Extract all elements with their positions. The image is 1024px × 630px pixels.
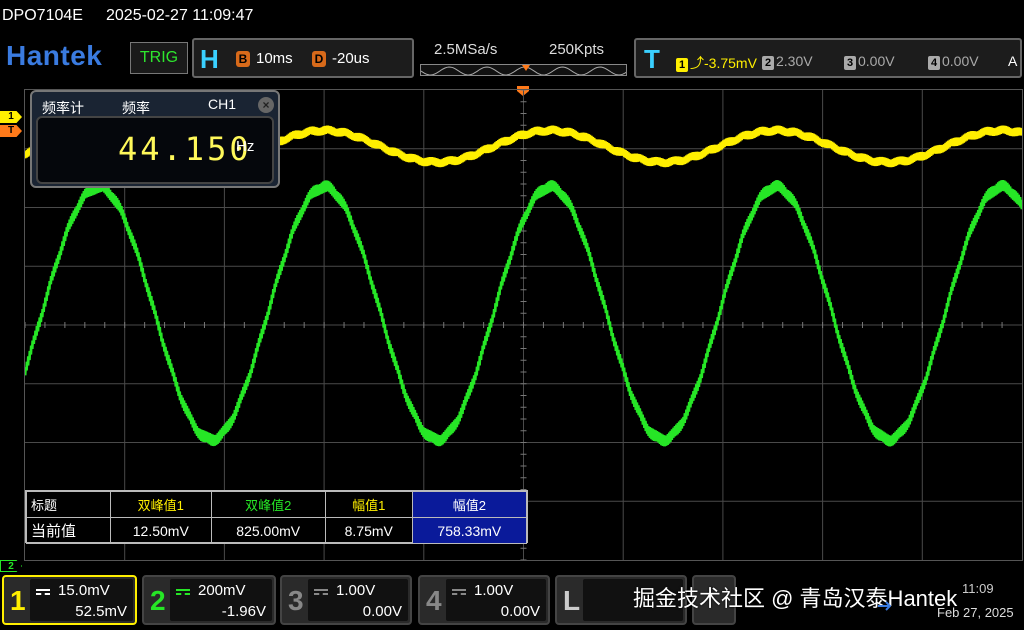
ch2-level-marker[interactable]: 2 — [0, 560, 22, 572]
ch3-settings[interactable]: 3 1.00V 0.00V — [280, 575, 412, 625]
delay-badge: D — [312, 51, 326, 67]
ch1-number-badge: 1 — [676, 58, 688, 72]
row-header-value: 当前值 — [26, 517, 111, 544]
dc-coupling-icon — [314, 589, 328, 595]
meas-value-4: 758.33mV — [411, 517, 528, 544]
trigger-settings[interactable]: T 1 ⤴-3.75mV 2 2.30V 3 0.00V 4 0.00V A — [634, 38, 1022, 78]
ch4-scale: 1.00V — [474, 582, 514, 599]
ch3-number-badge: 3 — [844, 56, 856, 70]
freq-value: 44.150 — [118, 130, 252, 168]
ch2-number: 2 — [150, 585, 166, 616]
timebase-badge: B — [236, 51, 250, 67]
trigger-label: T — [644, 44, 660, 74]
record-length: 250Kpts — [549, 41, 605, 58]
trigger-ch1-value: -3.75mV — [704, 55, 757, 71]
meas-name-3[interactable]: 幅值1 — [324, 491, 413, 518]
ch1-offset: 52.5mV — [75, 603, 127, 620]
sample-rate: 2.5MSa/s — [434, 41, 498, 58]
trigger-level-marker[interactable]: T — [0, 125, 22, 137]
ch4-settings[interactable]: 4 1.00V 0.00V — [418, 575, 550, 625]
horizontal-label: H — [200, 44, 219, 74]
ch3-offset: 0.00V — [362, 603, 402, 620]
trig-button[interactable]: TRIG — [130, 42, 188, 74]
freq-counter-title: 频率计 — [42, 100, 84, 116]
dc-coupling-icon — [452, 589, 466, 595]
rising-edge-icon: ⤴ — [690, 55, 704, 71]
close-icon[interactable]: × — [258, 97, 274, 113]
hantek-logo: Hantek — [6, 40, 103, 71]
ch1-level-marker[interactable]: 1 — [0, 111, 22, 123]
model-name: DPO7104E — [2, 7, 83, 24]
delay-value: -20us — [332, 50, 370, 67]
meas-name-2[interactable]: 双峰值2 — [210, 491, 326, 518]
meas-value-3: 8.75mV — [324, 517, 413, 544]
ch4-offset: 0.00V — [500, 603, 540, 620]
trigger-ch3-value: 0.00V — [858, 53, 895, 69]
ch4-number: 4 — [426, 585, 442, 616]
meas-name-4[interactable]: 幅值2 — [411, 491, 528, 518]
ch1-scale: 15.0mV — [58, 582, 110, 599]
ch3-scale: 1.00V — [336, 582, 376, 599]
clock-date: Feb 27, 2025 — [937, 605, 1014, 620]
freq-unit: Hz — [236, 138, 255, 155]
memory-overview-wave — [421, 65, 626, 75]
timebase-value: 10ms — [256, 50, 293, 67]
ch2-settings[interactable]: 2 200mV -1.96V — [142, 575, 276, 625]
ch2-number-badge: 2 — [762, 56, 774, 70]
ch1-settings[interactable]: 1 15.0mV 52.5mV — [2, 575, 137, 625]
channel-bar: 1 15.0mV 52.5mV 2 200mV -1.96V 3 1.00V 0… — [0, 573, 1024, 630]
clock-time: 11:09 — [962, 581, 994, 596]
freq-label: 频率 — [122, 100, 150, 116]
meas-value-2: 825.00mV — [210, 517, 326, 544]
trigger-ch1-level: 1 ⤴-3.75mV — [676, 53, 757, 73]
measurement-table[interactable]: 标题 双峰值1 双峰值2 幅值1 幅值2 当前值 12.50mV 825.00m… — [25, 490, 528, 544]
dc-coupling-icon — [36, 589, 50, 595]
header-bar: Hantek TRIG H B 10ms D -20us 2.5MSa/s 25… — [0, 34, 1024, 80]
trigger-mode: A — [1008, 53, 1018, 69]
datetime: 2025-02-27 11:09:47 — [106, 7, 254, 24]
trigger-ch3-level: 3 0.00V — [844, 53, 895, 70]
usb-icon — [878, 601, 891, 611]
ch3-number: 3 — [288, 585, 304, 616]
meas-value-1: 12.50mV — [110, 517, 212, 544]
horizontal-settings[interactable]: H B 10ms D -20us — [192, 38, 414, 78]
trigger-ch4-level: 4 0.00V — [928, 53, 979, 70]
meas-name-1[interactable]: 双峰值1 — [110, 491, 212, 518]
title-bar: DPO7104E 2025-02-27 11:09:47 — [0, 0, 1024, 32]
logic-channel-label: L — [563, 585, 581, 616]
ch2-offset: -1.96V — [221, 603, 266, 620]
dc-coupling-icon — [176, 589, 190, 595]
trigger-ch4-value: 0.00V — [942, 53, 979, 69]
memory-overview-strip[interactable] — [420, 64, 627, 76]
ch4-number-badge: 4 — [928, 56, 940, 70]
ch2-scale: 200mV — [198, 582, 246, 599]
ch1-number: 1 — [10, 585, 26, 616]
trigger-ch2-level: 2 2.30V — [762, 53, 813, 70]
freq-readout: 44.150 Hz — [36, 116, 274, 184]
freq-channel: CH1 — [208, 96, 237, 112]
row-header-title: 标题 — [26, 491, 111, 518]
trigger-ch2-value: 2.30V — [776, 53, 813, 69]
frequency-counter-panel[interactable]: 频率计 频率 CH1 × 44.150 Hz — [30, 90, 280, 188]
watermark-text: 掘金技术社区 @ 青岛汉泰Hantek — [633, 586, 958, 611]
